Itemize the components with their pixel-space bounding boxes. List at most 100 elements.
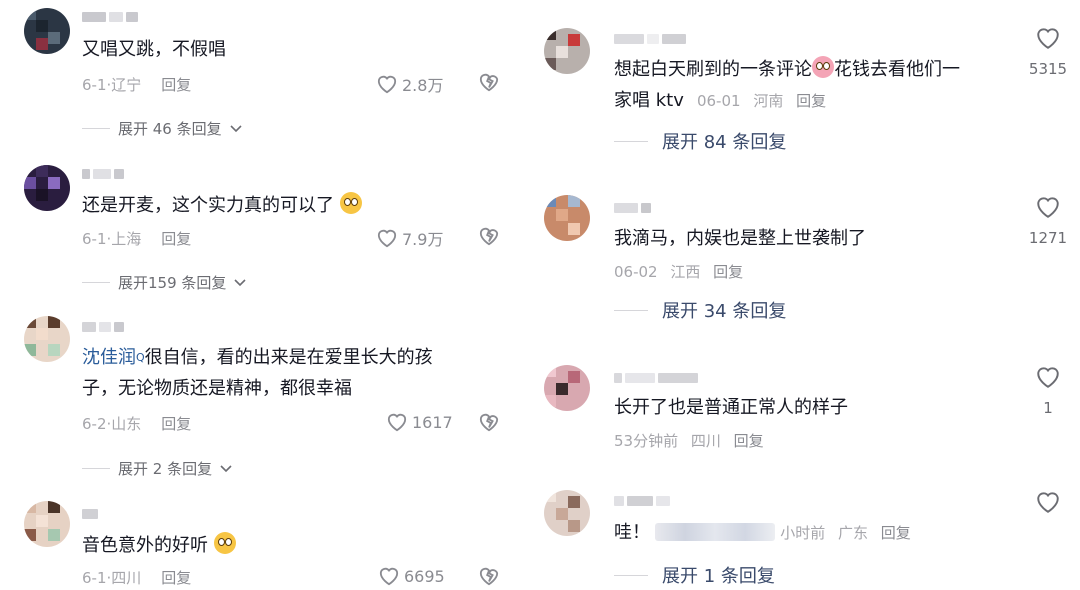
dislike-button[interactable] (478, 412, 500, 436)
username-blurred[interactable] (614, 371, 698, 385)
reply-button[interactable]: 回复 (713, 263, 743, 281)
dislike-button[interactable] (478, 226, 500, 250)
username-blurred[interactable] (614, 32, 686, 46)
comment-meta: 53分钟前 四川 回复 (614, 430, 764, 451)
avatar[interactable] (24, 165, 70, 211)
comment-line2: 家唱 ktv 06-01 河南 回复 (614, 88, 826, 114)
expand-replies-button[interactable]: 展开159 条回复 (82, 272, 246, 293)
comment-text: 沈佳润Q很自信，看的出来是在爱里长大的孩 (82, 347, 433, 368)
mention-link[interactable]: 沈佳润 (82, 347, 136, 368)
comment-text: 又唱又跳，不假唱 (82, 39, 226, 60)
like-button[interactable]: 1 (1018, 365, 1078, 417)
username-blurred[interactable] (82, 10, 138, 24)
heart-icon (1037, 28, 1059, 49)
like-count: 6695 (404, 566, 445, 586)
comment-text: 长开了也是普通正常人的样子 (614, 397, 848, 418)
comment-item: 音色意外的好听 6-1·四川 回复 6695 (0, 495, 510, 590)
comment-item: 还是开麦，这个实力真的可以了 6-1·上海 回复 7.9万 展开159 条回复 (0, 155, 510, 305)
like-button[interactable] (1018, 490, 1078, 518)
expand-replies-label: 展开 1 条回复 (662, 566, 775, 587)
comment-location: 山东 (111, 415, 142, 433)
avatar[interactable] (544, 28, 590, 74)
like-count: 2.8万 (402, 76, 444, 95)
reply-button[interactable]: 回复 (161, 569, 191, 587)
username-blurred[interactable] (82, 320, 124, 334)
comment-location: 四川 (111, 569, 142, 587)
broken-heart-icon (479, 227, 499, 246)
comment-meta: 6-1·辽宁 回复 (82, 76, 192, 94)
search-icon[interactable]: Q (136, 351, 145, 364)
expand-replies-button[interactable]: 展开 84 条回复 (614, 128, 786, 154)
reply-button[interactable]: 回复 (796, 92, 826, 110)
avatar[interactable] (544, 195, 590, 241)
comment-date: 06-02 (614, 263, 658, 281)
right-comment-column: 想起白天刷到的一条评论 花钱去看他们一 家唱 ktv 06-01 河南 回复 展开… (530, 0, 1080, 590)
username-blurred[interactable] (82, 507, 98, 521)
username-blurred[interactable] (614, 494, 670, 508)
reply-button[interactable]: 回复 (881, 524, 911, 542)
comment-text: 音色意外的好听 (82, 532, 236, 559)
chevron-down-icon (220, 464, 232, 472)
heart-icon (379, 567, 399, 586)
comment-text: 还是开麦，这个实力真的可以了 (82, 192, 362, 219)
like-count: 1271 (1028, 229, 1068, 247)
like-button[interactable]: 6695 (378, 566, 445, 586)
expand-replies-button[interactable]: 展开 1 条回复 (614, 562, 775, 588)
like-count: 1 (1043, 399, 1053, 417)
expand-replies-label: 展开159 条回复 (118, 274, 227, 292)
expand-replies-label: 展开 46 条回复 (118, 120, 222, 138)
comment-location: 四川 (690, 432, 721, 450)
expand-replies-button[interactable]: 展开 46 条回复 (82, 118, 242, 139)
comment-text: 想起白天刷到的一条评论 花钱去看他们一 (614, 56, 960, 83)
avatar[interactable] (544, 490, 590, 536)
avatar[interactable] (24, 316, 70, 362)
chevron-down-icon (230, 124, 242, 132)
like-button[interactable]: 2.8万 (376, 72, 443, 96)
comment-item: 哇！ 小时前 广东 回复 展开 1 条回复 (530, 480, 1080, 590)
comment-meta: 6-1·四川 回复 (82, 569, 192, 587)
comment-meta: 06-02 江西 回复 (614, 261, 743, 282)
avatar[interactable] (544, 365, 590, 411)
avatar[interactable] (24, 8, 70, 54)
left-comment-column: 又唱又跳，不假唱 6-1·辽宁 回复 2.8万 展开 46 条回复 还是开麦，这… (0, 0, 510, 590)
comment-meta: 6-1·上海 回复 (82, 230, 192, 248)
username-blurred[interactable] (82, 167, 124, 181)
reply-button[interactable]: 回复 (161, 230, 191, 248)
reply-button[interactable]: 回复 (161, 415, 191, 433)
comment-location: 广东 (837, 524, 868, 542)
dislike-button[interactable] (478, 72, 500, 96)
heart-icon (1037, 492, 1059, 513)
like-count: 7.9万 (402, 230, 444, 249)
comment-item: 又唱又跳，不假唱 6-1·辽宁 回复 2.8万 展开 46 条回复 (0, 0, 510, 150)
username-blurred[interactable] (614, 201, 651, 215)
reply-button[interactable]: 回复 (161, 76, 191, 94)
like-button[interactable]: 5315 (1018, 26, 1078, 78)
expand-replies-label: 展开 84 条回复 (662, 132, 787, 153)
heart-icon (1037, 367, 1059, 388)
comment-date: 小时前 (780, 524, 826, 542)
heart-icon (1037, 197, 1059, 218)
expand-replies-button[interactable]: 展开 2 条回复 (82, 458, 232, 479)
comment-meta: 6-2·山东 回复 (82, 415, 192, 433)
like-button[interactable]: 1617 (386, 412, 453, 432)
reply-button[interactable]: 回复 (734, 432, 764, 450)
heart-icon (387, 413, 407, 432)
comment-location: 江西 (670, 263, 701, 281)
avatar[interactable] (24, 501, 70, 547)
expand-replies-button[interactable]: 展开 34 条回复 (614, 297, 786, 323)
comment-item: 沈佳润Q很自信，看的出来是在爱里长大的孩 子，无论物质还是精神，都很幸福 6-2… (0, 310, 510, 490)
like-button[interactable]: 7.9万 (376, 226, 443, 250)
comment-location: 上海 (111, 230, 142, 248)
astonished-emoji (213, 532, 236, 554)
comment-line: 哇！ 小时前 广东 回复 (614, 520, 911, 546)
like-count: 5315 (1028, 60, 1068, 78)
comment-location: 辽宁 (111, 76, 142, 94)
like-button[interactable]: 1271 (1018, 195, 1078, 247)
broken-heart-icon (479, 73, 499, 92)
heart-icon (377, 75, 397, 94)
comment-item: 长开了也是普通正常人的样子 53分钟前 四川 回复 1 (530, 355, 1080, 465)
comment-date: 6-1 (82, 230, 107, 248)
dislike-button[interactable] (478, 566, 500, 590)
comment-date: 6-1 (82, 76, 107, 94)
astonished-emoji (339, 192, 362, 214)
